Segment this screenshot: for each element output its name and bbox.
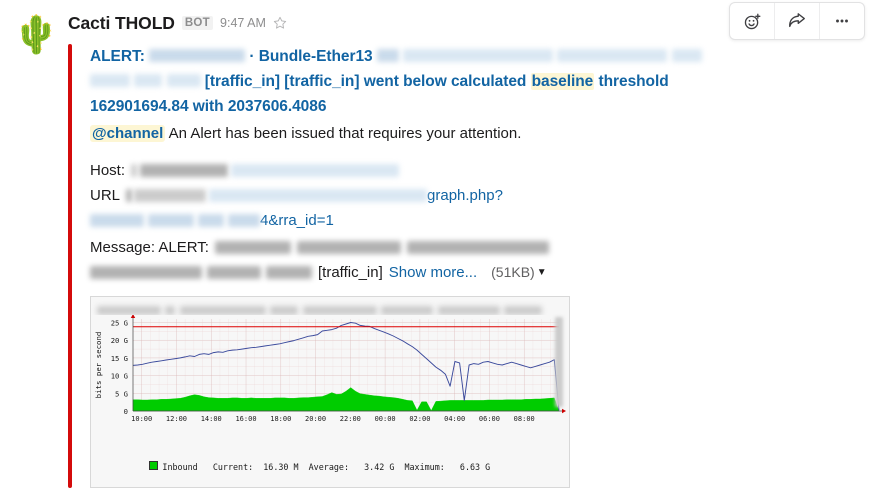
redacted-desc-a [376,49,399,62]
alert-interface: Bundle-Ether13 [258,48,373,65]
message-metric: [traffic_in] [318,264,383,281]
message-header: Cacti THOLD BOT 9:47 AM [68,12,287,34]
redacted-url-c [209,189,428,202]
share-message-button[interactable] [774,3,819,39]
alert-title: ALERT: · Bundle-Ether13 [traffic_in] [tr… [90,44,730,119]
slack-message-view: 🌵 Cacti THOLD BOT 9:47 AM ALERT: · Bundl… [0,0,873,500]
redacted-url-b [134,189,207,202]
redacted-url-f [198,214,224,227]
bot-badge: BOT [181,16,214,30]
alert-prefix: ALERT: [90,48,145,65]
redacted-desc-e [90,74,130,87]
cacti-graph-image[interactable]: 0 5 G 10 G 15 G 20 G 25 G 10:00 12:00 14:00 16:00… [90,296,570,488]
more-actions-button[interactable] [819,3,864,39]
message-hover-toolbar [729,2,865,40]
alert-baseline-highlight: baseline [530,73,595,90]
redacted-desc-b [403,49,554,62]
mention-text: An Alert has been issued that requires y… [168,125,522,142]
alert-fields: Host: URL graph.php? 4&rra_id=1 Message:… [90,158,858,285]
redacted-device-name [149,49,246,62]
alert-actual-value: 2037606.4086 [227,98,327,115]
graph-legend: Inbound Current: 16.30 M Average: 3.42 G… [99,427,559,487]
svg-text:04:00: 04:00 [444,415,465,423]
svg-text:0: 0 [124,407,128,416]
alert-with-word: with [192,98,224,115]
svg-text:14:00: 14:00 [201,415,222,423]
svg-text:12:00: 12:00 [166,415,187,423]
show-more-link[interactable]: Show more... [389,260,477,285]
redacted-msg-c [406,241,549,254]
alert-threshold-value: 162901694.84 [90,98,189,115]
redacted-msg-b [296,241,401,254]
graph-watermark-redacted [555,317,567,422]
redacted-url-a [126,189,133,202]
svg-text:20 G: 20 G [111,336,128,345]
svg-text:10 G: 10 G [111,372,128,381]
url-graph-php[interactable]: graph.php? [427,183,503,208]
svg-text:18:00: 18:00 [270,415,291,423]
redacted-host-a [131,164,138,177]
redacted-url-g [228,214,260,227]
alert-threshold-word: threshold [598,73,669,90]
host-field: Host: [90,158,858,183]
svg-text:06:00: 06:00 [479,415,500,423]
url-tail[interactable]: 4&rra_id=1 [260,208,334,233]
message-field-continued: [traffic_in] Show more... (51KB) ▼ [90,260,858,285]
svg-text:20:00: 20:00 [305,415,326,423]
host-label: Host: [90,162,126,179]
legend-row-inbound: Inbound Current: 16.30 M Average: 3.42 G… [99,450,559,485]
svg-text:00:00: 00:00 [375,415,396,423]
redacted-msg-e [207,266,261,279]
graph-title-redacted [97,301,559,315]
redacted-host-c [231,164,400,177]
star-icon[interactable] [273,16,287,30]
url-label: URL [90,187,121,204]
channel-mention[interactable]: @channel [90,125,166,142]
redacted-desc-c [557,49,668,62]
svg-text:02:00: 02:00 [409,415,430,423]
alert-separator: · [249,48,255,65]
sender-name[interactable]: Cacti THOLD [68,13,175,34]
svg-text:08:00: 08:00 [514,415,535,423]
redacted-desc-f [134,74,163,87]
channel-mention-line: @channel An Alert has been issued that r… [90,121,858,146]
svg-text:10:00: 10:00 [131,415,152,423]
alert-attachment: ALERT: · Bundle-Ether13 [traffic_in] [tr… [68,44,858,488]
redacted-host-b [140,164,229,177]
attachment-accent-bar [68,44,72,488]
chevron-down-icon[interactable]: ▼ [537,260,547,285]
svg-text:16:00: 16:00 [235,415,256,423]
file-size: (51KB) [491,264,535,280]
alert-metric-1: [traffic_in] [204,73,280,90]
avatar[interactable]: 🌵 [13,12,59,56]
message-field: Message: ALERT: [90,235,858,260]
url-field-continued: 4&rra_id=1 [90,208,858,233]
svg-text:25 G: 25 G [111,319,128,328]
redacted-msg-a [214,241,291,254]
url-field: URL graph.php? [90,183,858,208]
svg-text:bits per second: bits per second [94,332,103,399]
redacted-msg-f [266,266,312,279]
message-label: Message: ALERT: [90,239,209,256]
svg-text:5 G: 5 G [115,389,128,398]
redacted-url-d [90,214,144,227]
redacted-desc-g [166,74,201,87]
alert-condition: went below calculated [363,73,527,90]
redacted-url-e [148,214,194,227]
svg-text:22:00: 22:00 [340,415,361,423]
redacted-desc-d [671,49,702,62]
message-timestamp[interactable]: 9:47 AM [220,16,266,30]
legend-swatch-inbound [149,461,159,471]
svg-text:15 G: 15 G [111,354,128,363]
add-reaction-button[interactable] [730,3,774,39]
graph-plot: 0 5 G 10 G 15 G 20 G 25 G 10:00 12:00 14:00 16:00… [91,315,569,427]
alert-metric-2: [traffic_in] [284,73,360,90]
redacted-msg-d [90,266,202,279]
